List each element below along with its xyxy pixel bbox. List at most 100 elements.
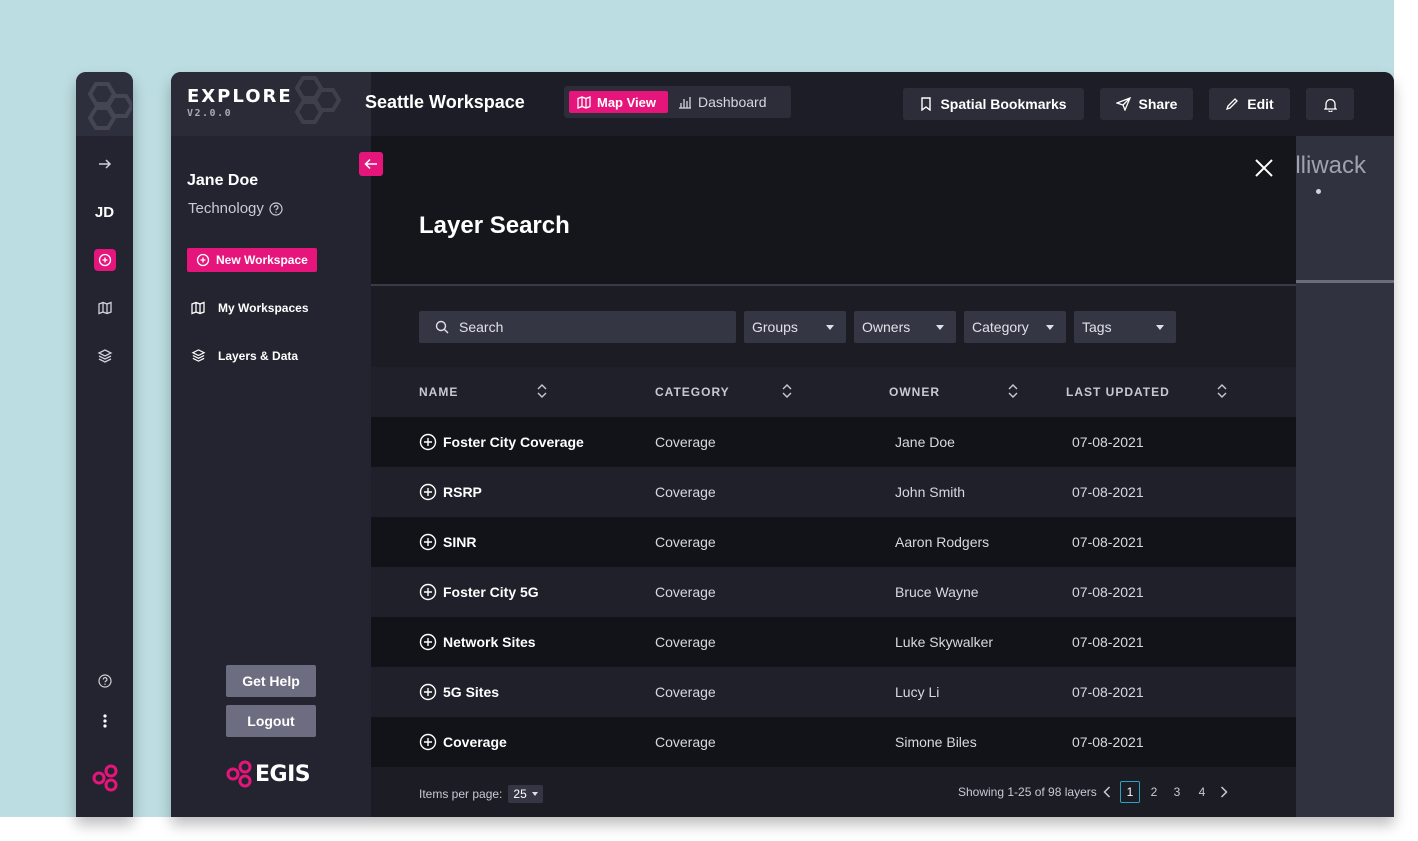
expand-arrow-icon[interactable] — [76, 152, 133, 176]
add-circle-icon[interactable] — [419, 533, 437, 551]
map-canvas[interactable]: illiwack — [1296, 136, 1394, 817]
layer-owner: Bruce Wayne — [895, 584, 979, 600]
user-name: Jane Doe — [187, 172, 259, 189]
add-circle-icon[interactable] — [419, 683, 437, 701]
map-view-tab[interactable]: Map View — [569, 91, 669, 113]
layer-owner: John Smith — [895, 484, 966, 500]
add-circle-icon[interactable] — [419, 733, 437, 751]
layer-category: Coverage — [655, 434, 716, 450]
items-per-page-value: 25 — [513, 787, 527, 801]
add-circle-icon[interactable] — [419, 483, 437, 501]
map-road — [1296, 280, 1394, 283]
layer-owner: Aaron Rodgers — [895, 534, 990, 550]
page-3[interactable]: 3 — [1173, 781, 1181, 803]
table-row[interactable]: SINR Coverage Aaron Rodgers 07-08-2021 — [371, 517, 1296, 567]
owners-dropdown[interactable]: Owners — [854, 311, 956, 343]
map-view-label: Map View — [597, 94, 657, 110]
table-row[interactable]: Network Sites Coverage Luke Skywalker 07… — [371, 617, 1296, 667]
pencil-icon — [1226, 98, 1239, 111]
help-icon[interactable] — [76, 669, 133, 693]
spatial-bookmarks-label: Spatial Bookmarks — [940, 96, 1067, 112]
chevron-left-icon[interactable] — [1103, 786, 1111, 798]
logout-button[interactable]: Logout — [226, 705, 316, 737]
search-input[interactable]: Search — [419, 311, 736, 343]
layer-updated: 07-08-2021 — [1072, 484, 1144, 500]
sort-icon[interactable] — [782, 383, 792, 399]
table-row[interactable]: Foster City 5G Coverage Bruce Wayne 07-0… — [371, 567, 1296, 617]
user-department: Technology — [188, 200, 283, 217]
layer-updated: 07-08-2021 — [1072, 684, 1144, 700]
sort-icon[interactable] — [1008, 383, 1018, 399]
hex-pattern-icon — [87, 82, 132, 130]
initials-text: JD — [94, 203, 115, 221]
tags-dropdown[interactable]: Tags — [1074, 311, 1176, 343]
app-logo: EXPLORE V2.0.0 — [171, 72, 371, 136]
sort-icon[interactable] — [537, 383, 547, 399]
layer-name: Foster City Coverage — [443, 434, 584, 450]
table-header: NAME CATEGORY OWNER LAST UPDATED — [371, 367, 1296, 417]
layer-category: Coverage — [655, 734, 716, 750]
layer-category: Coverage — [655, 484, 716, 500]
add-circle-icon[interactable] — [419, 583, 437, 601]
collapse-sidebar-button[interactable] — [359, 152, 383, 176]
page-4[interactable]: 4 — [1198, 781, 1206, 803]
top-bar: EXPLORE V2.0.0 Seattle Workspace Map Vie… — [171, 72, 1394, 136]
layer-category: Coverage — [655, 634, 716, 650]
items-per-page-label: Items per page: — [419, 787, 503, 801]
layer-name: Coverage — [443, 734, 507, 750]
table-row[interactable]: 5G Sites Coverage Lucy Li 07-08-2021 — [371, 667, 1296, 717]
category-dropdown[interactable]: Category — [964, 311, 1066, 343]
chevron-right-icon[interactable] — [1220, 786, 1228, 798]
table-row[interactable]: Foster City Coverage Coverage Jane Doe 0… — [371, 417, 1296, 467]
column-header-last-updated: LAST UPDATED — [1066, 385, 1170, 399]
dashboard-label: Dashboard — [698, 94, 767, 110]
caret-down-icon — [936, 324, 944, 330]
dashboard-tab[interactable]: Dashboard — [678, 91, 767, 113]
page-1[interactable]: 1 — [1120, 781, 1140, 803]
spatial-bookmarks-button[interactable]: Spatial Bookmarks — [903, 88, 1084, 120]
add-circle-icon[interactable] — [419, 433, 437, 451]
sidebar: Jane Doe Technology New Workspace My Wor… — [171, 136, 371, 817]
notifications-button[interactable] — [1306, 88, 1354, 120]
sidebar-item-my-workspaces[interactable]: My Workspaces — [191, 301, 309, 315]
map-icon[interactable] — [76, 296, 133, 320]
search-placeholder: Search — [459, 319, 504, 335]
layer-name: Foster City 5G — [443, 584, 539, 600]
department-label: Technology — [188, 200, 264, 217]
table-row[interactable]: RSRP Coverage John Smith 07-08-2021 — [371, 467, 1296, 517]
share-button[interactable]: Share — [1100, 88, 1193, 120]
layer-owner: Simone Biles — [895, 734, 977, 750]
bar-chart-icon — [679, 96, 691, 109]
page-2[interactable]: 2 — [1150, 781, 1158, 803]
items-per-page: Items per page: 25 — [419, 785, 543, 803]
layer-updated: 07-08-2021 — [1072, 634, 1144, 650]
search-icon — [435, 320, 449, 334]
help-circle-icon[interactable] — [269, 201, 283, 216]
column-header-category: CATEGORY — [655, 385, 730, 399]
logo-text: EXPLORE — [187, 86, 293, 107]
showing-count: Showing 1-25 of 98 layers — [958, 785, 1097, 799]
table-row[interactable]: Coverage Coverage Simone Biles 07-08-202… — [371, 717, 1296, 767]
dropdown-label: Owners — [862, 319, 911, 335]
new-workspace-button[interactable]: New Workspace — [187, 248, 317, 272]
caret-down-icon — [1156, 324, 1164, 330]
sidebar-item-layers-data[interactable]: Layers & Data — [191, 348, 298, 363]
get-help-button[interactable]: Get Help — [226, 665, 316, 697]
close-icon[interactable] — [1254, 158, 1274, 178]
column-header-name: NAME — [419, 385, 459, 399]
plus-circle-icon — [196, 253, 210, 267]
layers-icon — [191, 349, 206, 362]
add-circle-icon[interactable] — [419, 633, 437, 651]
user-initials[interactable]: JD — [76, 200, 133, 224]
edit-button[interactable]: Edit — [1209, 88, 1290, 120]
panel-header: Layer Search — [371, 136, 1296, 286]
send-icon — [1115, 97, 1131, 111]
sort-icon[interactable] — [1217, 383, 1227, 399]
more-vertical-icon[interactable] — [76, 709, 133, 733]
items-per-page-select[interactable]: 25 — [508, 785, 543, 803]
workspace-title: Seattle Workspace — [365, 92, 525, 112]
rail-new-workspace-button[interactable] — [76, 248, 133, 272]
layers-icon[interactable] — [76, 344, 133, 368]
groups-dropdown[interactable]: Groups — [744, 311, 846, 343]
mini-rail: JD — [76, 72, 133, 817]
